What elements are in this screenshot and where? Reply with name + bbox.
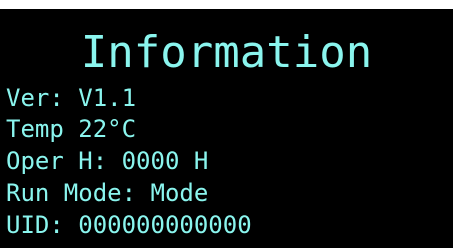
operating-hours-line: Oper H: 0000 H bbox=[6, 147, 209, 175]
run-mode-line: Run Mode: Mode bbox=[6, 179, 209, 207]
uid-line: UID: 000000000000 bbox=[6, 211, 252, 239]
information-screen: Information Ver: V1.1 Temp 22°C Oper H: … bbox=[0, 9, 453, 248]
screen-title: Information bbox=[80, 27, 373, 78]
temperature-line: Temp 22°C bbox=[6, 115, 137, 143]
version-line: Ver: V1.1 bbox=[6, 84, 137, 112]
